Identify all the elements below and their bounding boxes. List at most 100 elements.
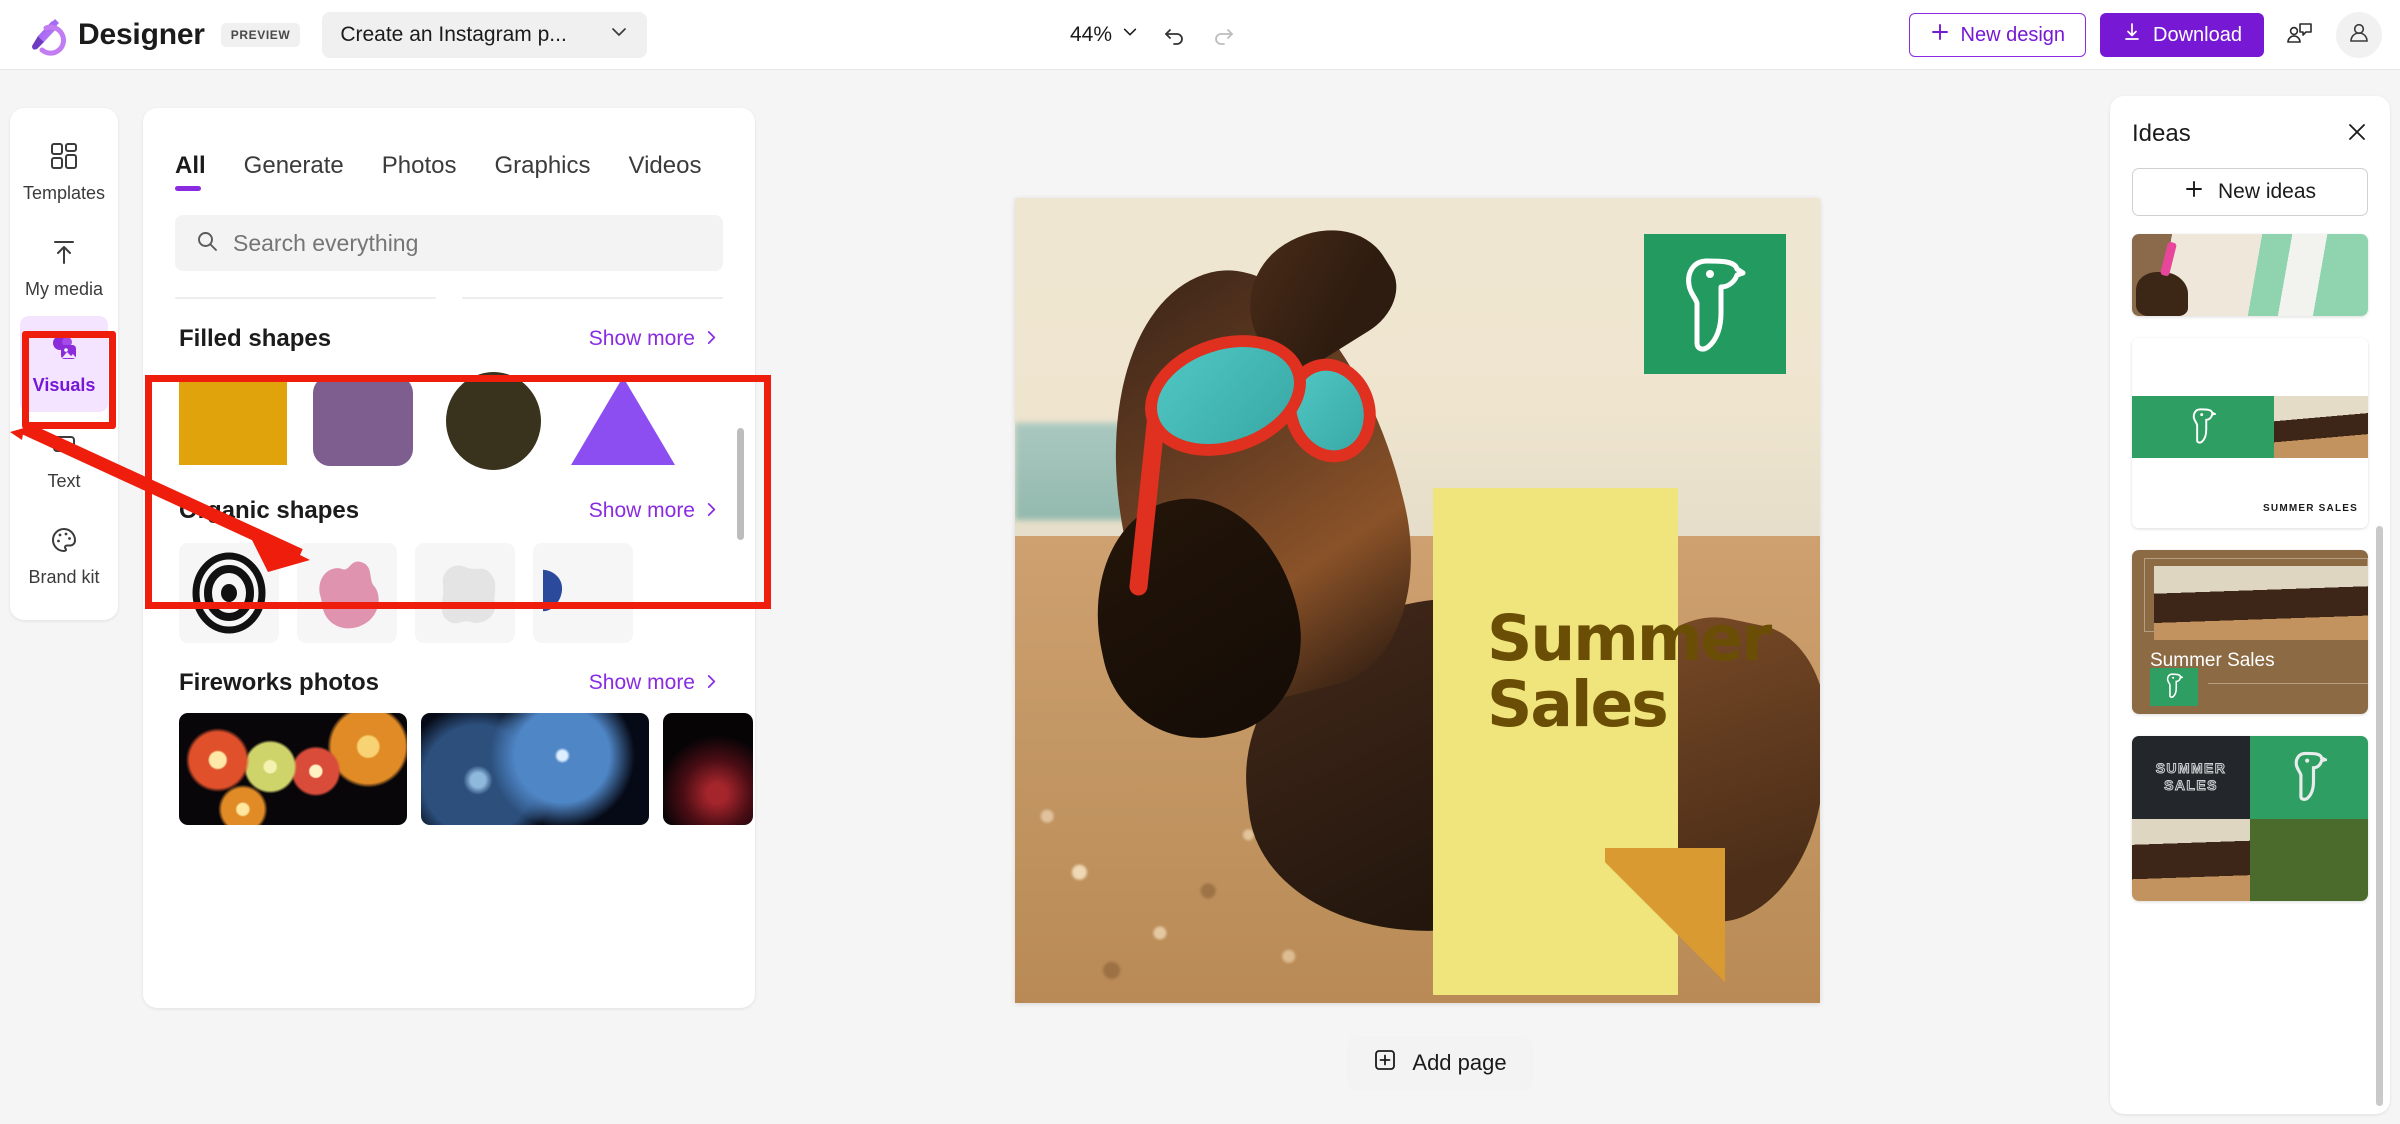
search-icon <box>195 229 219 258</box>
tab-photos[interactable]: Photos <box>382 152 457 191</box>
ideas-thumbnail-list: SUMMER SALES Summer Sales <box>2110 216 2390 901</box>
zoom-level-dropdown[interactable]: 44% <box>1060 15 1149 55</box>
idea-thumbnail-3[interactable]: Summer Sales <box>2132 550 2368 714</box>
tab-all[interactable]: All <box>175 152 206 191</box>
brand-name: Designer <box>78 18 205 52</box>
person-avatar-icon <box>2345 19 2373 52</box>
section-title: Fireworks photos <box>179 669 379 697</box>
add-page-button[interactable]: Add page <box>1347 1036 1532 1090</box>
show-more-filled-shapes[interactable]: Show more <box>589 327 719 351</box>
show-more-label: Show more <box>589 499 695 523</box>
section-header-fireworks-photos: Fireworks photos Show more <box>143 669 755 697</box>
idea-thumbnail-4[interactable]: SUMMER SALES <box>2132 736 2368 901</box>
shape-swatch-triangle[interactable] <box>569 371 677 471</box>
sidebar-item-templates[interactable]: Templates <box>20 124 108 220</box>
headline-text[interactable]: Summer Sales <box>1487 606 1737 738</box>
ideas-title: Ideas <box>2132 120 2191 148</box>
placeholder-line <box>175 297 436 299</box>
idea-caption: SUMMER SALES <box>2263 503 2358 514</box>
section-title: Filled shapes <box>179 325 331 353</box>
organic-shape-concentric-rings[interactable] <box>179 543 279 643</box>
undo-arrow-icon <box>1162 21 1188 50</box>
section-title: Organic shapes <box>179 497 359 525</box>
sidebar-item-label: Brand kit <box>28 567 99 588</box>
sidebar-item-visuals[interactable]: Visuals <box>20 316 108 412</box>
bird-outline-logo-icon <box>1677 247 1753 362</box>
visuals-content-panel: All Generate Photos Graphics Videos Fill… <box>143 108 755 1008</box>
palette-icon <box>49 525 79 560</box>
bird-outline-logo-icon <box>2291 746 2327 809</box>
bird-outline-logo-icon <box>2190 403 2216 452</box>
shape-swatch-rounded-square[interactable] <box>309 371 417 471</box>
organic-shape-pink-blob[interactable] <box>297 543 397 643</box>
tab-videos[interactable]: Videos <box>629 152 702 191</box>
brand-logo-tile[interactable] <box>1644 234 1786 374</box>
filled-shapes-row <box>143 353 755 471</box>
chevron-down-icon <box>609 22 629 48</box>
upload-arrow-icon <box>49 237 79 272</box>
section-header-organic-shapes: Organic shapes Show more <box>143 497 755 525</box>
sidebar-item-my-media[interactable]: My media <box>20 220 108 316</box>
placeholder-line <box>462 297 723 299</box>
fireworks-photo-blue[interactable] <box>421 713 649 825</box>
download-arrow-icon <box>2122 22 2142 48</box>
new-ideas-button[interactable]: New ideas <box>2132 168 2368 216</box>
organic-shape-blue-blob[interactable] <box>533 543 633 643</box>
fireworks-photos-row <box>143 697 755 825</box>
redo-arrow-icon <box>1210 21 1236 50</box>
preview-badge: PREVIEW <box>221 23 301 47</box>
design-canvas-area: Summer Sales Add page <box>770 70 2110 1124</box>
close-x-icon[interactable] <box>2346 121 2368 148</box>
search-box[interactable] <box>175 215 723 271</box>
document-title-text: Create an Instagram p... <box>340 23 566 47</box>
sidebar-item-label: My media <box>25 279 103 300</box>
chevron-right-icon <box>704 671 719 695</box>
bird-outline-logo-icon <box>2165 670 2183 705</box>
headline-line-1: Summer <box>1487 606 1737 672</box>
fireworks-photo-red[interactable] <box>663 713 753 825</box>
panel-scrollbar-thumb[interactable] <box>737 428 744 540</box>
zoom-and-history-controls: 44% <box>1060 0 1245 70</box>
sidebar-item-label: Text <box>47 471 80 492</box>
plus-icon <box>2184 179 2204 205</box>
tab-generate[interactable]: Generate <box>244 152 344 191</box>
ideas-panel: Ideas New ideas <box>2110 96 2390 1114</box>
idea-thumbnail-2[interactable]: SUMMER SALES <box>2132 338 2368 528</box>
sidebar-item-text[interactable]: Text <box>20 412 108 508</box>
document-title-dropdown[interactable]: Create an Instagram p... <box>322 12 647 58</box>
shape-swatch-rectangle[interactable] <box>179 371 287 471</box>
text-box-icon <box>49 429 79 464</box>
idea-thumbnail-1[interactable] <box>2132 234 2368 316</box>
chevron-right-icon <box>704 327 719 351</box>
panel-tab-bar: All Generate Photos Graphics Videos <box>143 108 755 191</box>
organic-shape-grey-blob[interactable] <box>415 543 515 643</box>
top-app-bar: Designer PREVIEW Create an Instagram p..… <box>0 0 2400 70</box>
sidebar-item-brand-kit[interactable]: Brand kit <box>20 508 108 604</box>
ideas-scrollbar-thumb[interactable] <box>2376 526 2383 1106</box>
feedback-button[interactable] <box>2278 13 2322 57</box>
undo-button[interactable] <box>1153 13 1197 57</box>
show-more-label: Show more <box>589 327 695 351</box>
headline-line-2: Sales <box>1487 672 1737 738</box>
search-input[interactable] <box>233 230 703 257</box>
account-avatar[interactable] <box>2336 12 2382 58</box>
show-more-organic-shapes[interactable]: Show more <box>589 499 719 523</box>
ideas-panel-header: Ideas <box>2110 96 2390 148</box>
placeholder-divider-rows <box>143 271 755 299</box>
shape-swatch-circle[interactable] <box>439 371 547 471</box>
sidebar-item-label: Visuals <box>33 375 96 396</box>
redo-button[interactable] <box>1201 13 1245 57</box>
section-header-filled-shapes: Filled shapes Show more <box>143 325 755 353</box>
show-more-fireworks-photos[interactable]: Show more <box>589 671 719 695</box>
new-ideas-label: New ideas <box>2218 180 2316 204</box>
design-artboard[interactable]: Summer Sales <box>1015 198 1820 1003</box>
tab-graphics[interactable]: Graphics <box>494 152 590 191</box>
designer-brush-logo-icon <box>24 14 66 56</box>
top-bar-actions: New design Download <box>1909 0 2382 70</box>
download-button[interactable]: Download <box>2100 13 2264 57</box>
organic-shapes-row <box>143 525 755 643</box>
plus-square-icon <box>1373 1048 1397 1078</box>
new-design-button[interactable]: New design <box>1909 13 2087 57</box>
visuals-image-bubble-icon <box>49 333 79 368</box>
fireworks-photo-multicolor[interactable] <box>179 713 407 825</box>
